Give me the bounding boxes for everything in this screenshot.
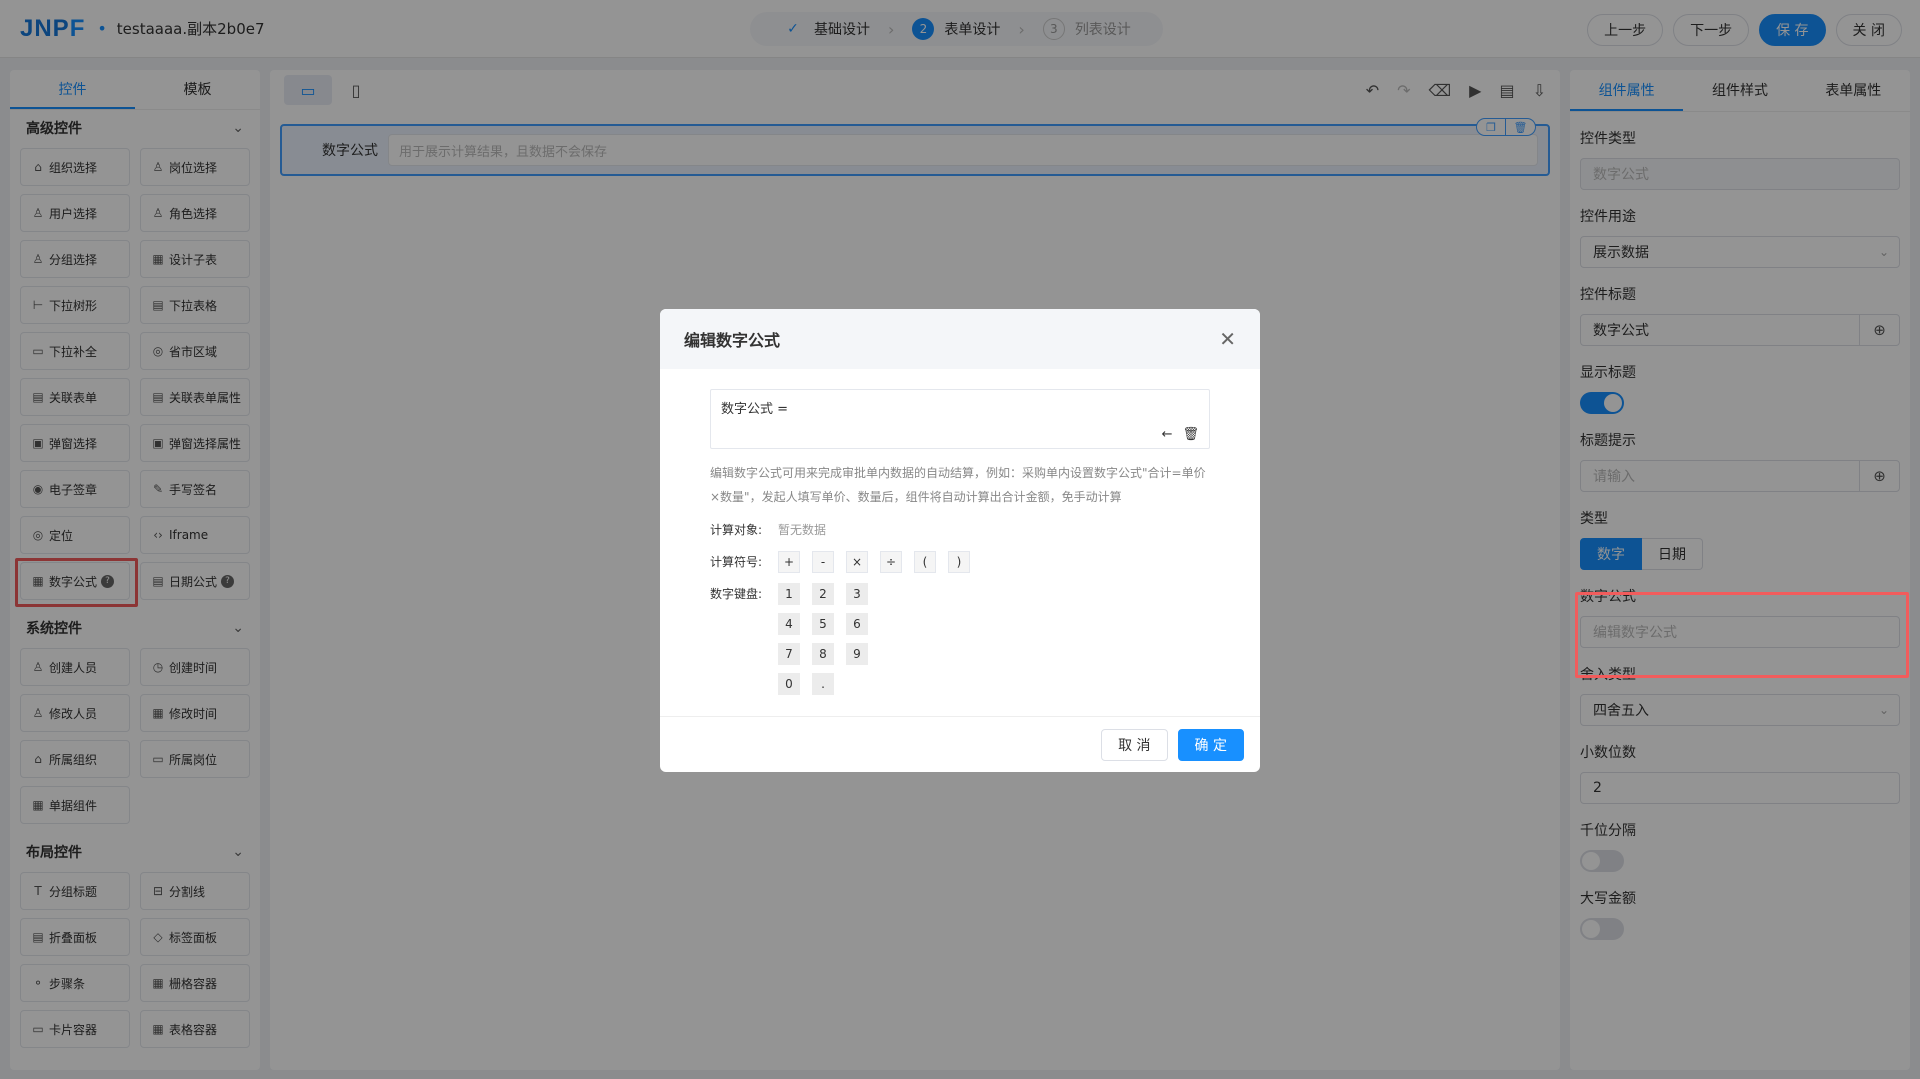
number-key[interactable]: 9: [846, 643, 868, 665]
number-key[interactable]: 8: [812, 643, 834, 665]
formula-dialog: 编辑数字公式 ✕ 数字公式 = ← 🗑 编辑数字公式可用来完成审批单内数据的自动…: [660, 309, 1260, 772]
trash-icon[interactable]: 🗑: [1182, 427, 1199, 442]
number-key[interactable]: 1: [778, 583, 800, 605]
object-label: 计算对象:: [710, 523, 763, 537]
number-key[interactable]: 3: [846, 583, 868, 605]
cancel-button[interactable]: 取 消: [1101, 728, 1168, 761]
dialog-title: 编辑数字公式: [684, 331, 781, 350]
number-key[interactable]: 6: [846, 613, 868, 635]
operator-button[interactable]: ×: [846, 551, 868, 573]
formula-text: 数字公式 =: [721, 402, 789, 417]
ops-label: 计算符号:: [710, 555, 763, 569]
formula-editor[interactable]: 数字公式 = ← 🗑: [710, 389, 1210, 449]
number-key[interactable]: 7: [778, 643, 800, 665]
number-key[interactable]: 5: [812, 613, 834, 635]
number-key[interactable]: 0: [778, 673, 800, 695]
operator-button[interactable]: ): [948, 551, 970, 573]
number-key[interactable]: .: [812, 673, 834, 695]
backspace-icon[interactable]: ←: [1162, 427, 1173, 442]
highlight-box: [1575, 592, 1909, 678]
operator-button[interactable]: -: [812, 551, 834, 573]
operator-button[interactable]: +: [778, 551, 800, 573]
formula-description: 编辑数字公式可用来完成审批单内数据的自动结算，例如：采购单内设置数字公式"合计=…: [710, 466, 1206, 504]
operator-button[interactable]: (: [914, 551, 936, 573]
number-key[interactable]: 2: [812, 583, 834, 605]
operator-button[interactable]: ÷: [880, 551, 902, 573]
keypad-label: 数字键盘:: [710, 587, 763, 601]
confirm-button[interactable]: 确 定: [1177, 728, 1244, 761]
number-key[interactable]: 4: [778, 613, 800, 635]
object-empty: 暂无数据: [778, 523, 827, 537]
close-icon[interactable]: ✕: [1219, 327, 1236, 351]
